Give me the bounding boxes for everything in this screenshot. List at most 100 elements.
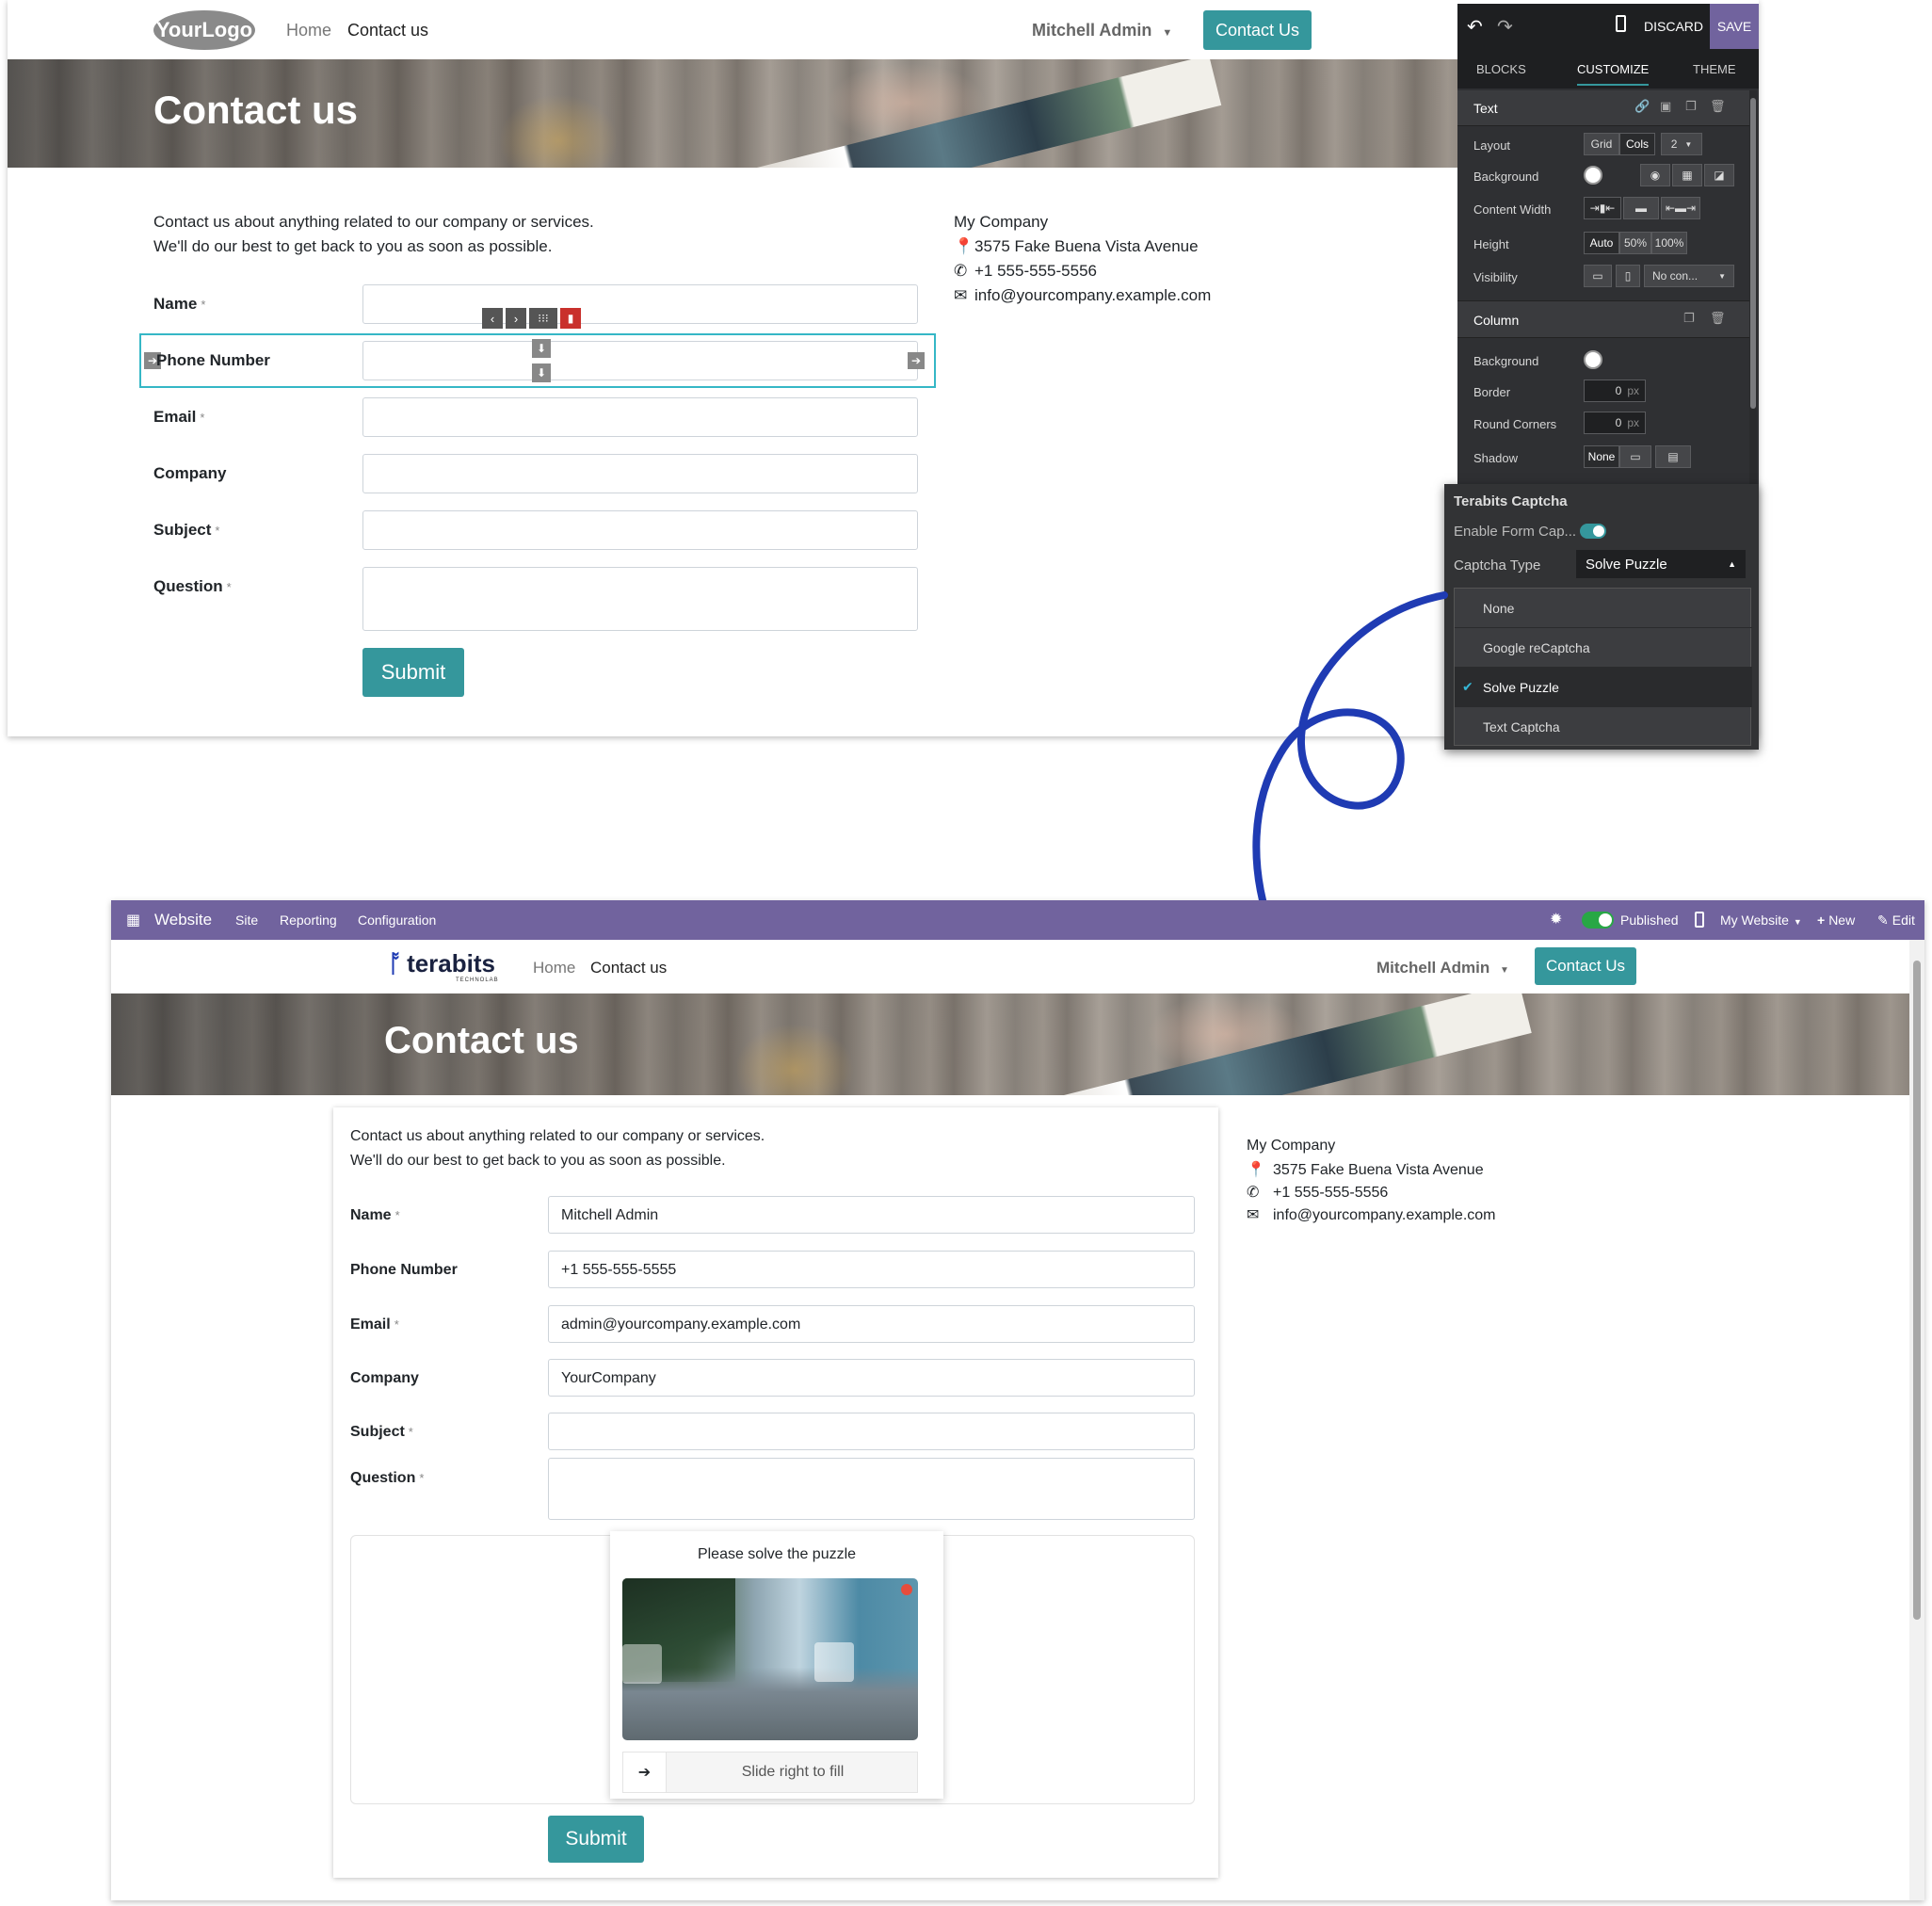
email-input[interactable]: admin@yourcompany.example.com xyxy=(548,1305,1195,1343)
question-textarea[interactable] xyxy=(362,567,918,631)
user-menu[interactable]: Mitchell Admin ▼ xyxy=(1377,959,1509,977)
move-right-icon[interactable]: › xyxy=(506,308,526,329)
move-down-icon-2[interactable]: ⬇ xyxy=(532,363,551,382)
layout-grid-button[interactable]: Grid xyxy=(1584,133,1619,155)
save-snippet-icon[interactable]: ▣ xyxy=(1660,99,1671,114)
option-google-recaptcha[interactable]: Google reCaptcha xyxy=(1455,628,1752,668)
refresh-dot-icon[interactable] xyxy=(901,1584,912,1595)
enable-captcha-toggle[interactable] xyxy=(1580,524,1606,539)
width-small-button[interactable]: ⇥▮⇤ xyxy=(1584,197,1621,219)
mobile-preview-icon[interactable] xyxy=(1616,15,1626,32)
puzzle-title: Please solve the puzzle xyxy=(697,1546,857,1562)
subject-input[interactable] xyxy=(362,510,918,550)
company-input[interactable] xyxy=(362,454,918,493)
captcha-section-title: Terabits Captcha xyxy=(1454,493,1568,509)
debug-icon[interactable]: ✹ xyxy=(1550,910,1562,929)
duplicate-column-icon[interactable]: ❐ xyxy=(1683,311,1695,326)
option-none[interactable]: None xyxy=(1455,589,1752,628)
trash-column-icon[interactable]: 🗑 xyxy=(1710,311,1726,326)
edit-button[interactable]: ✎ Edit xyxy=(1877,913,1915,929)
submit-button[interactable]: Submit xyxy=(362,648,464,697)
company-input[interactable]: YourCompany xyxy=(548,1359,1195,1397)
menu-site[interactable]: Site xyxy=(235,913,258,928)
email-input[interactable] xyxy=(362,397,918,437)
scrollbar-thumb[interactable] xyxy=(1750,98,1756,409)
captcha-type-select[interactable]: Solve Puzzle ▲ xyxy=(1576,550,1746,578)
slider-track[interactable]: ➔ Slide right to fill xyxy=(622,1752,918,1793)
nav-home[interactable]: Home xyxy=(533,959,575,977)
height-100-button[interactable]: 100% xyxy=(1651,232,1687,254)
tab-theme[interactable]: THEME xyxy=(1693,62,1736,76)
resize-right-icon[interactable]: ➔ xyxy=(908,352,925,369)
phone-input[interactable] xyxy=(362,341,918,380)
terabits-logo[interactable]: ᚩ terabits TECHNOLAB xyxy=(388,949,498,983)
menu-configuration[interactable]: Configuration xyxy=(358,913,436,928)
delete-icon[interactable]: ▮ xyxy=(560,308,581,329)
border-width-input[interactable]: 0 px xyxy=(1584,380,1646,402)
bg-image-button[interactable]: ◉ xyxy=(1640,164,1670,186)
published-toggle[interactable] xyxy=(1582,912,1614,929)
contact-us-button[interactable]: Contact Us xyxy=(1535,947,1636,985)
puzzle-captcha: Please solve the puzzle ➔ Slide right to… xyxy=(610,1531,943,1799)
subject-input[interactable] xyxy=(548,1413,1195,1450)
phone-input[interactable]: +1 555-555-5555 xyxy=(548,1251,1195,1288)
mobile-preview-icon[interactable] xyxy=(1695,912,1704,928)
new-button[interactable]: + New xyxy=(1817,913,1855,928)
layout-cols-button[interactable]: Cols xyxy=(1619,133,1655,155)
tab-customize[interactable]: CUSTOMIZE xyxy=(1577,62,1650,86)
scrollbar-thumb[interactable] xyxy=(1913,961,1921,1620)
caret-down-icon: ▼ xyxy=(1162,27,1173,39)
shadow-none-button[interactable]: None xyxy=(1584,445,1619,468)
tab-blocks[interactable]: BLOCKS xyxy=(1476,62,1526,76)
name-input[interactable]: Mitchell Admin xyxy=(548,1196,1195,1234)
visibility-condition-select[interactable]: No con... ▼ xyxy=(1644,265,1734,287)
nav-contact[interactable]: Contact us xyxy=(590,959,667,977)
user-menu[interactable]: Mitchell Admin ▼ xyxy=(1032,21,1172,40)
scrollbar-track[interactable] xyxy=(1749,90,1757,484)
cols-count-select[interactable]: 2 ▼ xyxy=(1661,133,1702,155)
option-text-captcha[interactable]: Text Captcha xyxy=(1455,707,1752,747)
duplicate-icon[interactable]: ❐ xyxy=(1685,99,1697,114)
discard-button[interactable]: DISCARD xyxy=(1644,19,1703,34)
column-section-header: Column ❐ 🗑 xyxy=(1457,300,1749,338)
page-scrollbar[interactable] xyxy=(1909,940,1924,1900)
move-down-icon[interactable]: ⬇ xyxy=(532,339,551,358)
round-corners-input[interactable]: 0 px xyxy=(1584,412,1646,434)
contact-us-button[interactable]: Contact Us xyxy=(1203,10,1312,50)
width-regular-button[interactable]: ▬ xyxy=(1623,197,1659,219)
column-color-swatch[interactable] xyxy=(1584,350,1602,369)
option-solve-puzzle[interactable]: ✔ Solve Puzzle xyxy=(1455,668,1752,707)
bg-video-button[interactable]: ▦ xyxy=(1672,164,1702,186)
question-textarea[interactable] xyxy=(548,1458,1195,1520)
hide-desktop-button[interactable]: ▭ xyxy=(1584,265,1612,287)
company-name: My Company xyxy=(1247,1138,1336,1154)
my-website-menu[interactable]: My Website ▼ xyxy=(1720,913,1802,928)
nav-contact[interactable]: Contact us xyxy=(347,21,428,40)
height-auto-button[interactable]: Auto xyxy=(1584,232,1619,254)
arrow-curve xyxy=(1252,591,1448,938)
trash-icon[interactable]: 🗑 xyxy=(1710,99,1726,114)
color-picker-swatch[interactable] xyxy=(1584,166,1602,185)
hide-mobile-button[interactable]: ▯ xyxy=(1616,265,1640,287)
bg-shape-button[interactable]: ◪ xyxy=(1704,164,1734,186)
drag-handle-icon[interactable]: ⁝⁝⁝ xyxy=(529,308,557,329)
top-site-header: YourLogo Home Contact us Mitchell Admin … xyxy=(8,0,1457,59)
redo-icon[interactable]: ↷ xyxy=(1497,15,1513,39)
border-label: Border xyxy=(1473,385,1511,399)
width-full-button[interactable]: ⇤▬⇥ xyxy=(1661,197,1700,219)
move-left-icon[interactable]: ‹ xyxy=(482,308,503,329)
apps-menu-icon[interactable]: ▦ xyxy=(126,911,140,929)
submit-button[interactable]: Submit xyxy=(548,1816,644,1863)
app-title[interactable]: Website xyxy=(154,911,212,929)
shadow-outset-button[interactable]: ▭ xyxy=(1619,445,1651,468)
name-input[interactable] xyxy=(362,284,918,324)
shadow-inset-button[interactable]: ▤ xyxy=(1655,445,1691,468)
menu-reporting[interactable]: Reporting xyxy=(280,913,337,928)
height-50-button[interactable]: 50% xyxy=(1619,232,1651,254)
slider-handle[interactable]: ➔ xyxy=(623,1753,667,1792)
link-icon[interactable]: 🔗 xyxy=(1634,99,1650,114)
save-button[interactable]: SAVE xyxy=(1710,4,1759,49)
nav-home[interactable]: Home xyxy=(286,21,331,40)
logo[interactable]: YourLogo xyxy=(153,10,255,50)
undo-icon[interactable]: ↶ xyxy=(1467,15,1483,39)
